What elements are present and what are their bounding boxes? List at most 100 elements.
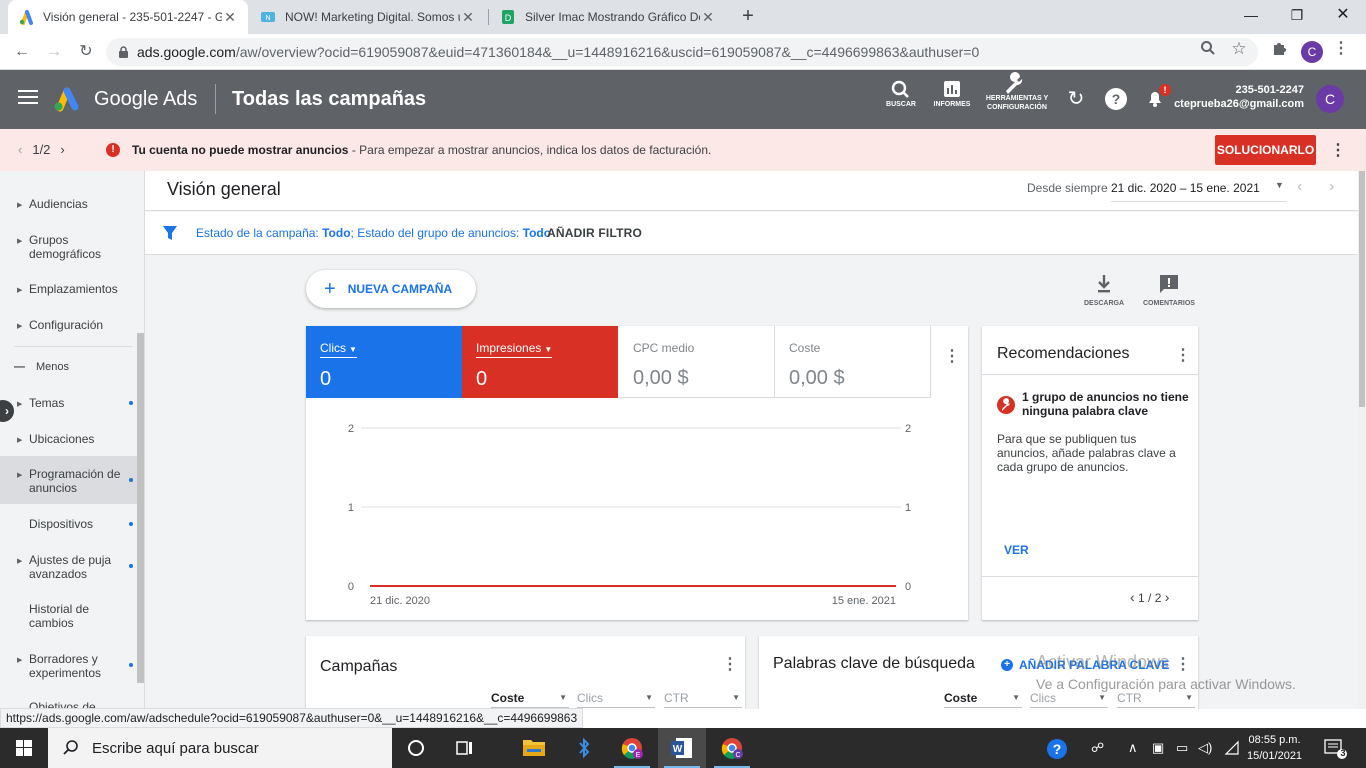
sidebar-item-demographics[interactable]: ▶ Grupos demográficos (0, 233, 115, 261)
sidebar-item-change-history[interactable]: Historial de cambios (0, 602, 137, 630)
help-icon[interactable]: ? (1105, 88, 1127, 110)
metric-clicks[interactable]: Clics ▼ 0 (306, 326, 462, 398)
network-tray-icon[interactable] (1224, 740, 1240, 759)
bluetooth-app-icon[interactable] (560, 728, 608, 768)
close-tab-icon[interactable]: ✕ (700, 9, 716, 26)
address-bar[interactable]: ads.google.com/aw/overview?ocid=61905908… (106, 38, 1258, 66)
task-view-icon[interactable] (440, 728, 488, 768)
zoom-search-icon[interactable] (1199, 40, 1217, 58)
browser-tab-silver-imac[interactable]: D Silver Imac Mostrando Gráfico De ✕ (490, 0, 726, 34)
campaigns-card: Campañas ⋮ Coste ▼ Clics ▼ CTR ▼ (306, 636, 745, 709)
main-scrollbar-thumb[interactable] (1359, 171, 1365, 407)
windows-start-icon[interactable] (0, 728, 48, 768)
file-explorer-icon[interactable] (510, 728, 558, 768)
fix-it-button[interactable]: SOLUCIONARLO (1215, 135, 1316, 165)
help-tray-icon[interactable]: ? (1045, 737, 1069, 764)
back-icon[interactable]: ← (10, 40, 34, 64)
campaigns-metric-select-ctr[interactable]: CTR ▼ (664, 691, 742, 708)
taskbar-search-box[interactable]: Escribe aquí para buscar (48, 728, 392, 768)
browser-tab-now-marketing[interactable]: N NOW! Marketing Digital. Somos u ✕ (250, 0, 486, 34)
account-avatar[interactable]: C (1316, 85, 1344, 113)
hamburger-menu-icon[interactable] (18, 90, 38, 108)
close-tab-icon[interactable]: ✕ (222, 9, 238, 26)
alert-more-options-icon[interactable]: ⋮ (1330, 140, 1346, 160)
select-label: Coste (944, 691, 978, 705)
sidebar-item-settings[interactable]: ▶ Configuración (0, 318, 137, 332)
sidebar-item-drafts-experiments[interactable]: ▶ Borradores y experimentos (0, 652, 137, 680)
cortana-icon[interactable] (392, 728, 440, 768)
forward-icon[interactable]: → (42, 40, 66, 64)
restore-window-icon[interactable]: ❐ (1274, 0, 1320, 30)
expand-arrow-icon: ▶ (17, 238, 23, 245)
metric-impressions[interactable]: Impresiones ▼ 0 (462, 326, 618, 398)
word-icon[interactable]: W (658, 728, 706, 768)
minimize-window-icon[interactable]: — (1228, 0, 1274, 30)
chart-more-options-icon[interactable]: ⋮ (944, 346, 960, 366)
show-hidden-icons-icon[interactable]: ∧ (1128, 740, 1138, 756)
chrome-profile-e-icon[interactable]: E (608, 728, 656, 768)
filter-funnel-icon[interactable] (163, 225, 177, 241)
sidebar-item-label: Borradores y experimentos (29, 652, 102, 680)
meet-now-tray-icon[interactable]: ▣ (1152, 740, 1164, 756)
active-filters[interactable]: Estado de la campaña: Todo; Estado del g… (196, 226, 551, 240)
sidebar-less-toggle[interactable]: — Menos (0, 360, 137, 374)
extensions-puzzle-icon[interactable] (1270, 40, 1288, 58)
add-filter-button[interactable]: AÑADIR FILTRO (547, 226, 642, 240)
keywords-metric-select-clicks[interactable]: Clics ▼ (1030, 691, 1108, 708)
sidebar-item-advanced-bid[interactable]: ▶ Ajustes de puja avanzados (0, 553, 137, 581)
download-button[interactable]: DESCARGA (1083, 273, 1125, 307)
campaigns-metric-select-cost[interactable]: Coste ▼ (491, 691, 569, 708)
close-window-icon[interactable]: ✕ (1320, 0, 1366, 30)
date-range-underline (1111, 201, 1287, 202)
people-tray-icon[interactable]: ☍ (1091, 740, 1104, 756)
sidebar-item-devices[interactable]: Dispositivos (0, 517, 137, 531)
comments-button[interactable]: COMENTARIOS (1142, 273, 1196, 307)
reload-icon[interactable]: ↻ (74, 40, 98, 64)
account-id[interactable]: 235-501-2247 (1235, 84, 1304, 96)
keywords-more-icon[interactable]: ⋮ (1175, 654, 1191, 674)
browser-tab-strip: Visión general - 235-501-2247 - G ✕ N NO… (0, 0, 1366, 34)
metric-cost[interactable]: Coste 0,00 $ (775, 326, 931, 398)
close-tab-icon[interactable]: ✕ (460, 9, 476, 26)
previous-range-icon[interactable]: ‹ (1297, 178, 1302, 196)
sidebar-item-locations[interactable]: ▶ Ubicaciones (0, 432, 137, 446)
new-campaign-button[interactable]: + NUEVA CAMPAÑA (306, 270, 476, 308)
keywords-metric-select-cost[interactable]: Coste ▼ (944, 691, 1022, 708)
expand-arrow-icon: ▶ (17, 202, 23, 209)
prev-recommendation-icon[interactable]: ‹ (1130, 589, 1135, 605)
browser-menu-icon[interactable]: ⋮ (1332, 40, 1350, 58)
account-email[interactable]: cteprueba26@gmail.com (1174, 98, 1304, 110)
browser-tab-google-ads[interactable]: Visión general - 235-501-2247 - G ✕ (8, 0, 248, 34)
volume-tray-icon[interactable]: ◁) (1198, 740, 1212, 756)
taskbar-clock[interactable]: 08:55 p.m. 15/01/2021 (1247, 732, 1302, 764)
plus-icon: + (324, 278, 336, 300)
sidebar-scrollbar[interactable] (137, 333, 144, 683)
date-range-dropdown-icon[interactable]: ▼ (1275, 180, 1284, 190)
sidebar-item-audiences[interactable]: ▶ Audiencias (0, 197, 137, 211)
tools-settings-button[interactable]: HERRAMIENTAS Y CONFIGURACIÓN (984, 72, 1050, 112)
battery-tray-icon[interactable]: ▭ (1176, 740, 1188, 756)
select-label: Clics (577, 691, 603, 705)
keywords-metric-select-ctr[interactable]: CTR ▼ (1117, 691, 1195, 708)
chrome-profile-c-icon[interactable]: C (708, 728, 756, 768)
search-tool-button[interactable]: BUSCAR (882, 80, 920, 109)
new-tab-button[interactable]: + (736, 4, 760, 28)
recommendations-more-icon[interactable]: ⋮ (1175, 345, 1191, 365)
reports-tool-button[interactable]: INFORMES (930, 80, 974, 109)
alert-next-icon[interactable]: › (60, 142, 64, 157)
next-recommendation-icon[interactable]: › (1165, 589, 1170, 605)
refresh-icon[interactable]: ↻ (1065, 88, 1087, 110)
browser-profile-avatar[interactable]: C (1301, 41, 1323, 63)
view-recommendation-button[interactable]: VER (1004, 543, 1029, 557)
account-alert-bar: ‹ 1/2 › ! Tu cuenta no puede mostrar anu… (0, 129, 1366, 171)
sidebar-item-topics[interactable]: ▶ Temas (0, 396, 137, 410)
sidebar-item-placements[interactable]: ▶ Emplazamientos (0, 282, 137, 296)
campaigns-more-icon[interactable]: ⋮ (722, 654, 738, 674)
alert-prev-icon[interactable]: ‹ (18, 142, 22, 157)
next-range-icon[interactable]: › (1329, 178, 1334, 196)
bookmark-star-icon[interactable]: ☆ (1230, 40, 1248, 58)
date-range-picker[interactable]: 21 dic. 2020 – 15 ene. 2021 (1111, 181, 1260, 195)
campaigns-metric-select-clicks[interactable]: Clics ▼ (577, 691, 655, 708)
metric-avg-cpc[interactable]: CPC medio 0,00 $ (619, 326, 775, 398)
sidebar-item-ad-schedule[interactable]: ▶ Programación de anuncios (0, 456, 137, 504)
